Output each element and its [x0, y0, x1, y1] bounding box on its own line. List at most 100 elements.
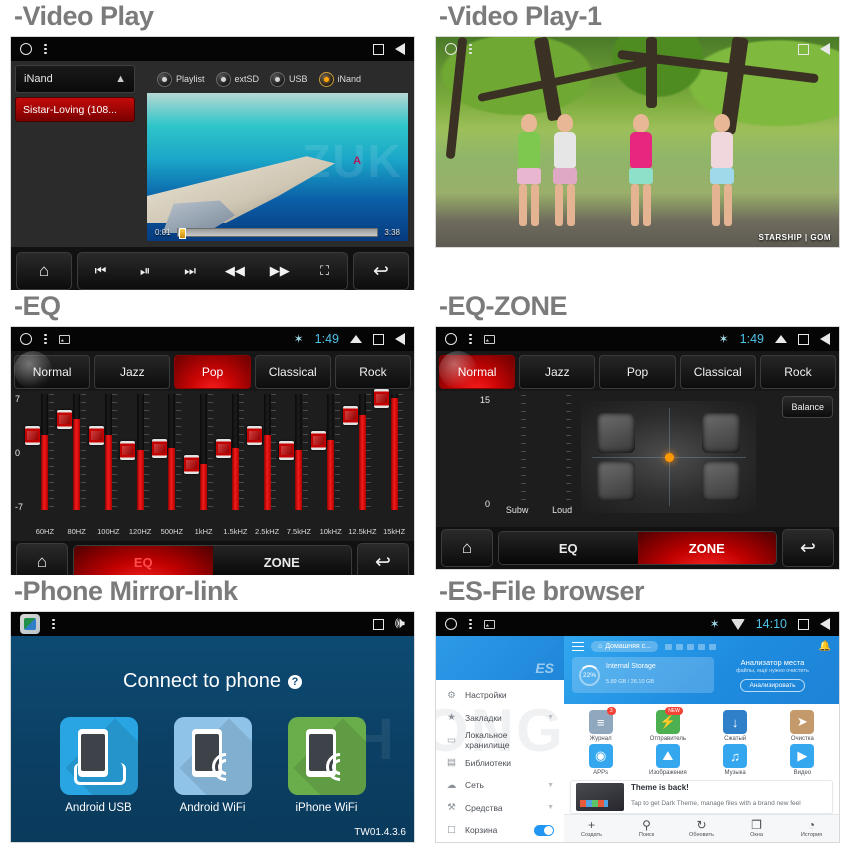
eq-slider-1khz[interactable]: [183, 394, 220, 510]
mirrorlink-app-icon[interactable]: [20, 614, 40, 634]
sidebar-item-закладки[interactable]: ★ Закладки ▼: [436, 707, 564, 730]
back-sound-icon[interactable]: 🕪: [395, 616, 405, 632]
slider-track[interactable]: [263, 394, 271, 510]
tab-eq[interactable]: EQ: [499, 532, 638, 564]
slider-track[interactable]: [327, 394, 335, 510]
preset-pop[interactable]: Pop: [599, 355, 676, 389]
home-circle-icon[interactable]: [445, 43, 457, 55]
slider-track[interactable]: [41, 394, 49, 510]
slider-track[interactable]: [136, 394, 144, 510]
es-app-изображения[interactable]: ⛰ Изображения: [635, 744, 700, 776]
es-app-видео[interactable]: ▶ Видео: [770, 744, 835, 776]
eq-slider-80hz[interactable]: [56, 394, 93, 510]
back-triangle-icon[interactable]: [395, 333, 405, 345]
es-nav-создать[interactable]: + Создать: [564, 815, 619, 842]
square-icon[interactable]: [798, 333, 809, 345]
previous-track-button[interactable]: ⏮: [78, 253, 123, 289]
option-android-wifi[interactable]: Android WiFi: [173, 717, 252, 814]
es-nav-обновить[interactable]: ↻ Обновить: [674, 815, 729, 842]
back-triangle-icon[interactable]: [395, 43, 405, 55]
eq-slider-7.5khz[interactable]: [279, 394, 315, 510]
es-nav-поиск[interactable]: ⚲ Поиск: [619, 815, 674, 842]
eq-slider-1.5khz[interactable]: [215, 394, 252, 510]
home-circle-icon[interactable]: [20, 333, 32, 345]
eq-slider-500hz[interactable]: [152, 394, 188, 510]
slider-grip[interactable]: [183, 455, 199, 474]
fast-forward-button[interactable]: ▶▶: [257, 253, 302, 289]
slider-track[interactable]: [231, 394, 239, 510]
rewind-button[interactable]: ◀◀: [212, 253, 257, 289]
slider-grip[interactable]: [215, 439, 231, 458]
eq-sliders[interactable]: [25, 389, 410, 527]
eq-slider-10khz[interactable]: [310, 394, 347, 510]
kebab-menu-icon[interactable]: [469, 333, 472, 345]
breadcrumb[interactable]: ⌂ Домашняя с...: [591, 641, 658, 652]
play-pause-button[interactable]: ⏯: [123, 253, 168, 289]
sidebar-item-средства[interactable]: ⚒ Средства ▼: [436, 797, 564, 820]
preset-classical[interactable]: Classical: [679, 355, 756, 389]
car-zone-diagram[interactable]: [581, 401, 756, 513]
preset-rock[interactable]: Rock: [759, 355, 837, 389]
home-circle-icon[interactable]: [445, 618, 457, 630]
kebab-menu-icon[interactable]: [44, 43, 47, 55]
tab-zone[interactable]: ZONE: [212, 546, 351, 575]
slider-grip[interactable]: [342, 406, 358, 425]
slider-track[interactable]: [104, 394, 112, 510]
eq-slider-12.5khz[interactable]: [342, 394, 379, 510]
slider-track[interactable]: [358, 394, 366, 510]
es-nav-история[interactable]: ◔ История: [784, 815, 839, 842]
preset-normal[interactable]: Normal: [14, 355, 91, 389]
slider-grip[interactable]: [88, 426, 104, 445]
square-icon[interactable]: [373, 43, 384, 55]
kebab-menu-icon[interactable]: [44, 333, 47, 345]
slider-grip[interactable]: [279, 441, 294, 460]
option-iphone-wifi[interactable]: iPhone WiFi: [287, 717, 366, 814]
playlist-item[interactable]: Sistar-Loving (108...: [15, 97, 135, 122]
next-track-button[interactable]: ⏭: [168, 253, 213, 289]
slider-track[interactable]: [295, 394, 303, 510]
zone-slider-subw[interactable]: [504, 395, 530, 505]
preset-normal[interactable]: Normal: [439, 355, 516, 389]
notification-bell-icon[interactable]: 🔔: [819, 641, 831, 652]
slider-grip[interactable]: [374, 389, 390, 408]
source-inand[interactable]: iNand: [318, 71, 361, 87]
theme-promo-card[interactable]: Theme is back! Tap to get Dark Theme, ma…: [570, 780, 833, 814]
preset-classical[interactable]: Classical: [254, 355, 331, 389]
balance-button[interactable]: Balance: [782, 396, 833, 418]
slider-grip[interactable]: [247, 426, 263, 445]
back-triangle-icon[interactable]: [820, 43, 830, 55]
square-icon[interactable]: [798, 43, 809, 55]
back-triangle-icon[interactable]: [820, 333, 830, 345]
zone-slider-loud[interactable]: [549, 395, 575, 505]
home-button[interactable]: ⌂: [16, 252, 72, 290]
option-android-usb[interactable]: Android USB: [59, 717, 138, 814]
eq-slider-15khz[interactable]: [374, 389, 410, 510]
square-icon[interactable]: [372, 618, 384, 630]
eq-slider-60hz[interactable]: [25, 394, 61, 510]
back-triangle-icon[interactable]: [820, 618, 830, 630]
slider-grip[interactable]: [152, 439, 167, 458]
tab-eq[interactable]: EQ: [74, 546, 213, 575]
slider-grip[interactable]: [120, 441, 136, 460]
sidebar-item-корзина[interactable]: ☐ Корзина: [436, 819, 564, 842]
fullscreen-video-surface[interactable]: STARSHIP | GOM: [436, 37, 839, 247]
square-icon[interactable]: [798, 618, 809, 630]
slider-grip[interactable]: [25, 426, 40, 445]
hamburger-menu-icon[interactable]: [572, 641, 584, 652]
slider-track[interactable]: [390, 394, 398, 510]
back-button[interactable]: ↩: [353, 252, 409, 290]
es-app-сжатый[interactable]: ↓ Сжатый: [703, 710, 768, 742]
sidebar-item-сеть[interactable]: ☁ Сеть ▼: [436, 774, 564, 797]
es-sidebar-menu[interactable]: ⚙ Настройки ★ Закладки ▼ ▭ Локальное хранилище…: [436, 680, 564, 842]
kebab-menu-icon[interactable]: [469, 618, 472, 630]
recycle-bin-toggle[interactable]: [534, 824, 554, 836]
progress-slider[interactable]: [176, 228, 379, 239]
zone-sliders[interactable]: [494, 391, 584, 505]
source-usb[interactable]: USB: [270, 71, 308, 87]
back-button[interactable]: ↩: [782, 529, 834, 567]
es-app-отправитель[interactable]: ⚡ NEW Отправитель: [635, 707, 700, 742]
es-app-музыка[interactable]: ♫ Музыка: [703, 744, 768, 776]
tab-zone[interactable]: ZONE: [637, 532, 776, 564]
analyze-button[interactable]: Анализировать: [740, 679, 805, 692]
source-extsd[interactable]: extSD: [215, 71, 259, 87]
